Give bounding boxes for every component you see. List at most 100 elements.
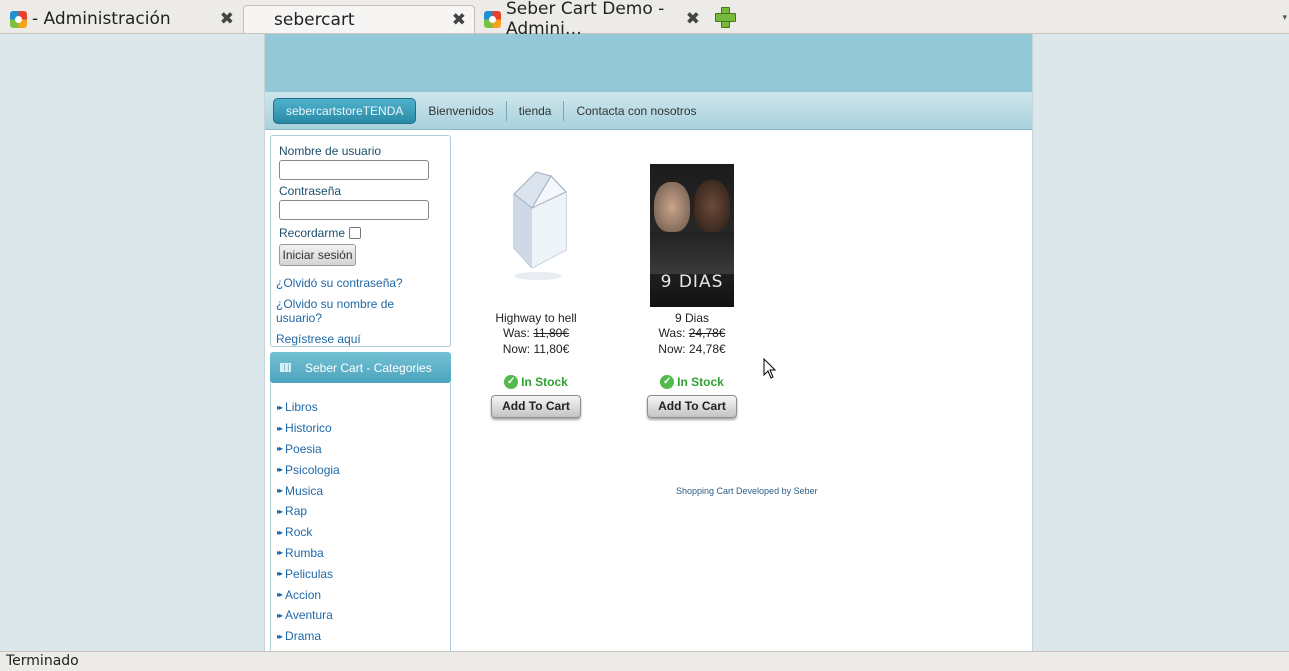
category-musica[interactable]: ▸▸ Musica	[277, 480, 450, 501]
joomla-icon	[484, 10, 501, 28]
categories-list: ▸▸ Libros ▸▸ Historico ▸▸ Poesia ▸▸ Psicolog…	[270, 383, 451, 651]
main-menu: sebercartstoreTENDA Bienvenidos tienda C…	[265, 92, 1032, 130]
now-label: Now:	[502, 342, 531, 356]
category-poesia[interactable]: ▸▸ Poesia	[277, 439, 450, 460]
site-banner	[265, 34, 1032, 92]
arrow-bullet-icon: ▸▸	[277, 590, 283, 600]
product-name[interactable]: Highway to hell	[466, 311, 606, 325]
category-historico[interactable]: ▸▸ Historico	[277, 418, 450, 439]
login-links: ¿Olvidó su contraseña? ¿Olvido su nombre…	[276, 276, 442, 346]
category-label: Rumba	[285, 545, 324, 560]
category-label: Rap	[285, 504, 308, 519]
category-label: Peliculas	[285, 566, 334, 581]
product-image-box[interactable]	[496, 164, 576, 304]
register-link[interactable]: Regístrese aquí	[276, 332, 442, 346]
menu-item-store[interactable]: sebercartstoreTENDA	[273, 97, 417, 124]
login-module: Nombre de usuario Contraseña Recordarme …	[270, 135, 451, 347]
arrow-bullet-icon: ▸▸	[277, 527, 283, 537]
new-tab-plus-icon[interactable]	[715, 7, 736, 28]
category-libros[interactable]: ▸▸ Libros	[277, 397, 450, 418]
category-label: Aventura	[285, 608, 333, 623]
category-rumba[interactable]: ▸▸ Rumba	[277, 543, 450, 564]
forgot-username-link[interactable]: ¿Olvido su nombre de usuario?	[276, 297, 442, 325]
stock-label: In Stock	[677, 375, 724, 389]
category-aventura[interactable]: ▸▸ Aventura	[277, 605, 450, 626]
tab-seber-cart-demo[interactable]: Seber Cart Demo - Admini… ✖	[476, 0, 708, 39]
stock-status: ✓ In Stock	[622, 375, 762, 389]
category-label: Rock	[285, 525, 313, 540]
arrow-bullet-icon: ▸▸	[277, 402, 283, 412]
now-price-row: Now: 11,80€	[466, 341, 606, 357]
category-rap[interactable]: ▸▸ Rap	[277, 501, 450, 522]
now-price: 24,78€	[688, 342, 726, 356]
poster-face	[654, 182, 690, 232]
category-label: Psicologia	[285, 462, 340, 477]
poster-shadow	[650, 232, 734, 274]
now-label: Now:	[658, 342, 686, 356]
joomla-icon	[10, 10, 27, 28]
category-peliculas[interactable]: ▸▸ Peliculas	[277, 563, 450, 584]
was-price: 24,78€	[688, 326, 726, 340]
password-label: Contraseña	[279, 184, 342, 198]
product-name[interactable]: 9 Dias	[622, 311, 762, 325]
poster-title: 9 DIAS	[660, 272, 724, 292]
remember-checkbox[interactable]	[349, 227, 362, 239]
remember-label: Recordarme	[279, 226, 346, 240]
categories-title: Seber Cart - Categories	[305, 360, 432, 375]
product-card: Highway to hell Was: 11,80€ Now: 11,80€ …	[466, 164, 606, 418]
username-input[interactable]	[279, 160, 429, 180]
web-page: sebercartstoreTENDA Bienvenidos tienda C…	[264, 34, 1033, 651]
add-to-cart-button[interactable]: Add To Cart	[491, 395, 581, 418]
password-input[interactable]	[279, 200, 429, 220]
poster-face	[694, 180, 730, 232]
tab-title: - Administración	[32, 9, 171, 29]
browser-tab-bar: - Administración ✖ sebercart ✖ Seber Car…	[0, 0, 1289, 62]
was-price: 11,80€	[533, 326, 570, 340]
close-tab-icon[interactable]: ✖	[220, 9, 234, 29]
was-price-row: Was: 24,78€	[622, 325, 762, 341]
now-price: 11,80€	[533, 342, 570, 356]
category-drama[interactable]: ▸▸ Drama	[277, 626, 450, 647]
username-label: Nombre de usuario	[279, 144, 382, 158]
category-label: Poesia	[285, 441, 322, 456]
tab-title: sebercart	[274, 9, 355, 30]
remember-row: Recordarme	[279, 226, 442, 240]
close-tab-icon[interactable]: ✖	[686, 9, 700, 29]
now-price-row: Now: 24,78€	[622, 341, 762, 357]
categories-header: Seber Cart - Categories	[270, 352, 451, 383]
arrow-bullet-icon: ▸▸	[277, 631, 283, 641]
category-label: Musica	[285, 483, 324, 498]
status-bar: Terminado	[0, 651, 1289, 671]
category-label: Libros	[285, 400, 318, 415]
tab-list-chevron-icon[interactable]: ▾	[1282, 12, 1287, 23]
tab-sebercart[interactable]: sebercart ✖	[243, 5, 533, 62]
category-psicologia[interactable]: ▸▸ Psicologia	[277, 459, 450, 480]
was-label: Was:	[502, 326, 530, 340]
arrow-bullet-icon: ▸▸	[277, 486, 283, 496]
product-image-poster[interactable]: 9 DIAS	[650, 164, 734, 307]
menu-item-contacta[interactable]: Contacta con nosotros	[564, 101, 708, 121]
category-accion[interactable]: ▸▸ Accion	[277, 584, 450, 605]
tab-administracion[interactable]: - Administración ✖	[2, 5, 242, 33]
arrow-bullet-icon: ▸▸	[277, 423, 283, 433]
login-button[interactable]: Iniciar sesión	[279, 244, 356, 266]
was-label: Was:	[658, 326, 686, 340]
category-rock[interactable]: ▸▸ Rock	[277, 522, 450, 543]
check-icon: ✓	[504, 375, 519, 389]
footer-credit[interactable]: Shopping Cart Developed by Seber	[676, 486, 818, 496]
forgot-password-link[interactable]: ¿Olvidó su contraseña?	[276, 276, 442, 290]
arrow-bullet-icon: ▸▸	[277, 569, 283, 579]
arrow-bullet-icon: ▸▸	[277, 444, 283, 454]
menu-item-tienda[interactable]: tienda	[507, 100, 565, 121]
mouse-pointer-icon	[763, 358, 777, 379]
arrow-bullet-icon: ▸▸	[277, 506, 283, 516]
stock-status: ✓ In Stock	[466, 375, 606, 389]
add-to-cart-button[interactable]: Add To Cart	[647, 395, 737, 418]
arrow-bullet-icon: ▸▸	[277, 548, 283, 558]
arrow-bullet-icon: ▸▸	[277, 610, 283, 620]
stock-label: In Stock	[521, 375, 568, 389]
close-tab-icon[interactable]: ✖	[452, 10, 466, 30]
arrow-bullet-icon: ▸▸	[277, 465, 283, 475]
category-label: Historico	[285, 421, 332, 436]
menu-item-bienvenidos[interactable]: Bienvenidos	[416, 100, 507, 121]
